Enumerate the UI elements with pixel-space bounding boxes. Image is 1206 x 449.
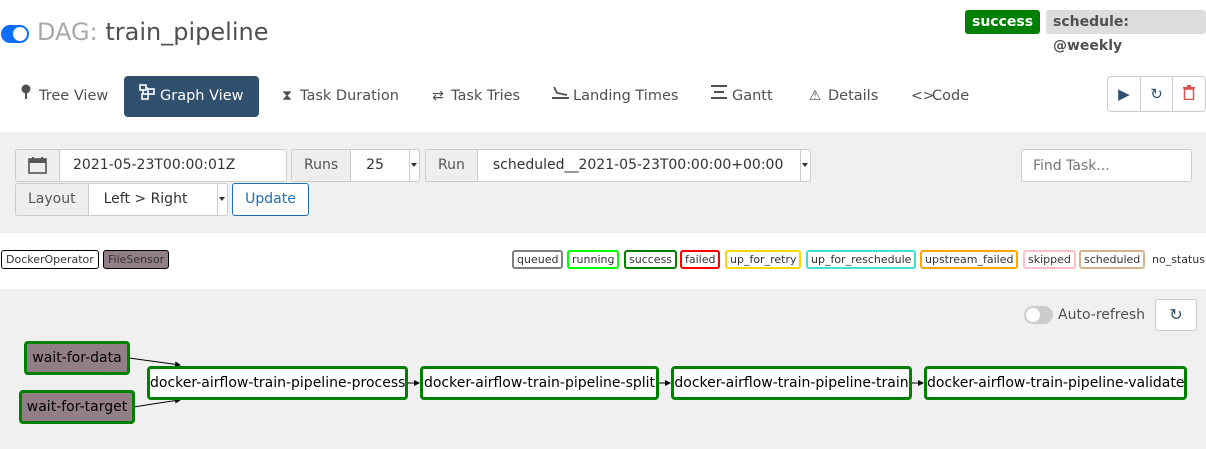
refresh-dag-button[interactable]: ↻ bbox=[1141, 77, 1174, 111]
tab-landing-times[interactable]: Landing Times bbox=[552, 76, 678, 117]
legend-state-upstream-failed[interactable]: upstream_failed bbox=[920, 250, 1019, 269]
warning-icon: ⚠ bbox=[808, 88, 822, 104]
task-node-wait-for-data[interactable]: wait-for-data bbox=[24, 341, 130, 375]
task-node-process[interactable]: docker-airflow-train-pipeline-process bbox=[147, 366, 408, 400]
dag-prefix: DAG: bbox=[37, 18, 98, 46]
tab-label: Task Tries bbox=[451, 88, 521, 104]
update-button[interactable]: Update bbox=[232, 183, 309, 216]
tab-task-tries[interactable]: ⇄ Task Tries bbox=[430, 76, 520, 117]
dag-id: train_pipeline bbox=[105, 18, 269, 46]
tab-label: Task Duration bbox=[300, 88, 399, 104]
legend-state-running[interactable]: running bbox=[567, 250, 620, 269]
base-date-input[interactable]: 2021-05-23T00:00:01Z bbox=[60, 150, 248, 181]
edge-wait-for-target-to-process bbox=[133, 397, 181, 408]
legend-state-skipped[interactable]: skipped bbox=[1023, 250, 1076, 269]
task-node-wait-for-target[interactable]: wait-for-target bbox=[19, 390, 135, 424]
schedule-badge: schedule: @weekly bbox=[1046, 10, 1206, 54]
task-node-validate[interactable]: docker-airflow-train-pipeline-validate bbox=[924, 366, 1187, 400]
graph-canvas: Auto-refresh ↻ wait-for-data wait-for-ta… bbox=[0, 289, 1206, 449]
legend-state-up-for-retry[interactable]: up_for_retry bbox=[725, 250, 802, 269]
tab-label: Landing Times bbox=[573, 88, 679, 104]
tab-label: Tree View bbox=[39, 88, 109, 104]
code-icon: <> bbox=[911, 88, 935, 104]
tab-graph-view[interactable]: Graph View bbox=[124, 76, 259, 117]
dag-action-buttons: ▶ ↻ bbox=[1107, 76, 1206, 112]
play-icon: ▶ bbox=[1118, 85, 1130, 103]
tab-label: Gantt bbox=[732, 88, 773, 104]
run-group: Run scheduled__2021-05-23T00:00:00+00:00 bbox=[425, 149, 811, 182]
tab-label: Graph View bbox=[160, 88, 244, 104]
legend-state-no-status[interactable]: no_status bbox=[1152, 250, 1205, 269]
dag-view-nav: Tree View Graph View ⧗ Task Duration ⇄ Tas… bbox=[0, 76, 1100, 117]
hourglass-icon: ⧗ bbox=[282, 88, 292, 104]
graph-icon bbox=[139, 76, 155, 117]
run-value: scheduled__2021-05-23T00:00:00+00:00 bbox=[492, 157, 784, 173]
graph-legend: DockerOperator FileSensor queued running… bbox=[0, 250, 1206, 269]
calendar-icon[interactable] bbox=[16, 150, 60, 181]
edge-wait-for-data-to-process bbox=[128, 357, 181, 368]
legend-operator-filesensor: FileSensor bbox=[103, 250, 170, 269]
trigger-dag-button[interactable]: ▶ bbox=[1108, 77, 1141, 111]
legend-state-up-for-reschedule[interactable]: up_for_reschedule bbox=[806, 250, 917, 269]
run-label: Run bbox=[426, 150, 478, 181]
gantt-icon bbox=[711, 76, 727, 117]
refresh-icon: ↻ bbox=[1150, 85, 1163, 103]
chevron-down-icon bbox=[217, 184, 225, 215]
runs-label: Runs bbox=[292, 150, 352, 181]
runs-value: 25 bbox=[366, 157, 384, 173]
layout-select[interactable]: Left > Right bbox=[89, 184, 227, 215]
layout-label: Layout bbox=[16, 184, 89, 215]
legend-operator-docker: DockerOperator bbox=[1, 250, 99, 269]
layout-group: Layout Left > Right bbox=[15, 183, 228, 216]
landing-icon bbox=[552, 76, 569, 117]
base-date-group: 2021-05-23T00:00:01Z bbox=[15, 149, 287, 182]
task-node-split[interactable]: docker-airflow-train-pipeline-split bbox=[420, 366, 659, 400]
legend-state-queued[interactable]: queued bbox=[512, 250, 564, 269]
layout-value: Left > Right bbox=[103, 191, 188, 207]
legend-state-scheduled[interactable]: scheduled bbox=[1079, 250, 1146, 269]
repeat-icon: ⇄ bbox=[432, 88, 444, 104]
tab-label: Code bbox=[932, 88, 970, 104]
runs-group: Runs 25 bbox=[291, 149, 420, 182]
run-select[interactable]: scheduled__2021-05-23T00:00:00+00:00 bbox=[478, 150, 810, 181]
tab-gantt[interactable]: Gantt bbox=[711, 76, 773, 117]
tab-tree-view[interactable]: Tree View bbox=[18, 76, 108, 117]
tree-icon bbox=[18, 76, 34, 117]
task-node-train[interactable]: docker-airflow-train-pipeline-train bbox=[671, 366, 912, 400]
trash-icon bbox=[1183, 84, 1196, 104]
tab-task-duration[interactable]: ⧗ Task Duration bbox=[279, 76, 399, 117]
dag-header: DAG: train_pipeline success schedule: @w… bbox=[0, 0, 1206, 66]
find-task-input[interactable] bbox=[1021, 149, 1192, 182]
runs-select[interactable]: 25 bbox=[351, 150, 419, 181]
chevron-down-icon bbox=[409, 150, 417, 181]
chevron-down-icon bbox=[800, 150, 808, 181]
dag-pause-toggle[interactable] bbox=[1, 25, 29, 43]
delete-dag-button[interactable] bbox=[1173, 77, 1205, 111]
tab-details[interactable]: ⚠ Details bbox=[807, 76, 879, 117]
dag-state-badge: success bbox=[965, 10, 1041, 34]
legend-state-failed[interactable]: failed bbox=[680, 250, 721, 269]
graph-filter-panel: 2021-05-23T00:00:01Z Runs 25 Run schedul… bbox=[0, 132, 1206, 233]
legend-state-success[interactable]: success bbox=[624, 250, 678, 269]
tab-code[interactable]: <>Code bbox=[911, 76, 969, 117]
tab-label: Details bbox=[828, 88, 879, 104]
page-title: DAG: train_pipeline bbox=[37, 18, 268, 46]
